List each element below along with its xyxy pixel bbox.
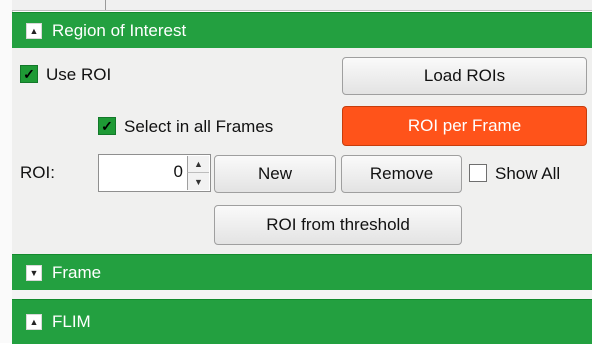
spin-down-icon[interactable]: ▼	[187, 173, 209, 190]
section-header-roi[interactable]: ▲ Region of Interest	[12, 12, 592, 50]
section-title-flim: FLIM	[52, 312, 91, 331]
show-all-checkbox[interactable]	[469, 164, 487, 182]
collapse-roi-icon[interactable]: ▲	[26, 23, 42, 39]
top-divider-tick	[105, 0, 106, 10]
select-all-frames-label: Select in all Frames	[124, 117, 274, 136]
show-all-label: Show All	[495, 164, 561, 183]
roi-from-threshold-button[interactable]: ROI from threshold	[214, 205, 462, 245]
roi-per-frame-button[interactable]: ROI per Frame	[342, 106, 587, 146]
section-divider	[12, 290, 592, 299]
check-icon: ✓	[101, 118, 113, 134]
expand-frame-icon[interactable]: ▼	[26, 265, 42, 281]
top-strip	[12, 0, 592, 11]
section-title-roi: Region of Interest	[52, 21, 187, 40]
check-icon: ✓	[23, 66, 35, 82]
use-roi-label: Use ROI	[46, 65, 112, 84]
spin-up-icon[interactable]: ▲	[187, 156, 209, 173]
new-roi-button[interactable]: New	[214, 155, 336, 193]
collapse-flim-icon[interactable]: ▲	[26, 314, 42, 330]
select-all-frames-checkbox[interactable]: ✓	[98, 117, 116, 135]
roi-index-spinbox[interactable]: 0 ▲ ▼	[98, 154, 211, 192]
section-header-flim[interactable]: ▲ FLIM	[12, 299, 592, 344]
section-header-frame[interactable]: ▼ Frame	[12, 254, 592, 292]
roi-index-value: 0	[173, 162, 183, 181]
use-roi-checkbox[interactable]: ✓	[20, 65, 38, 83]
remove-roi-button[interactable]: Remove	[341, 155, 462, 193]
load-rois-button[interactable]: Load ROIs	[342, 57, 587, 95]
section-title-frame: Frame	[52, 263, 102, 282]
roi-label: ROI:	[20, 163, 55, 182]
